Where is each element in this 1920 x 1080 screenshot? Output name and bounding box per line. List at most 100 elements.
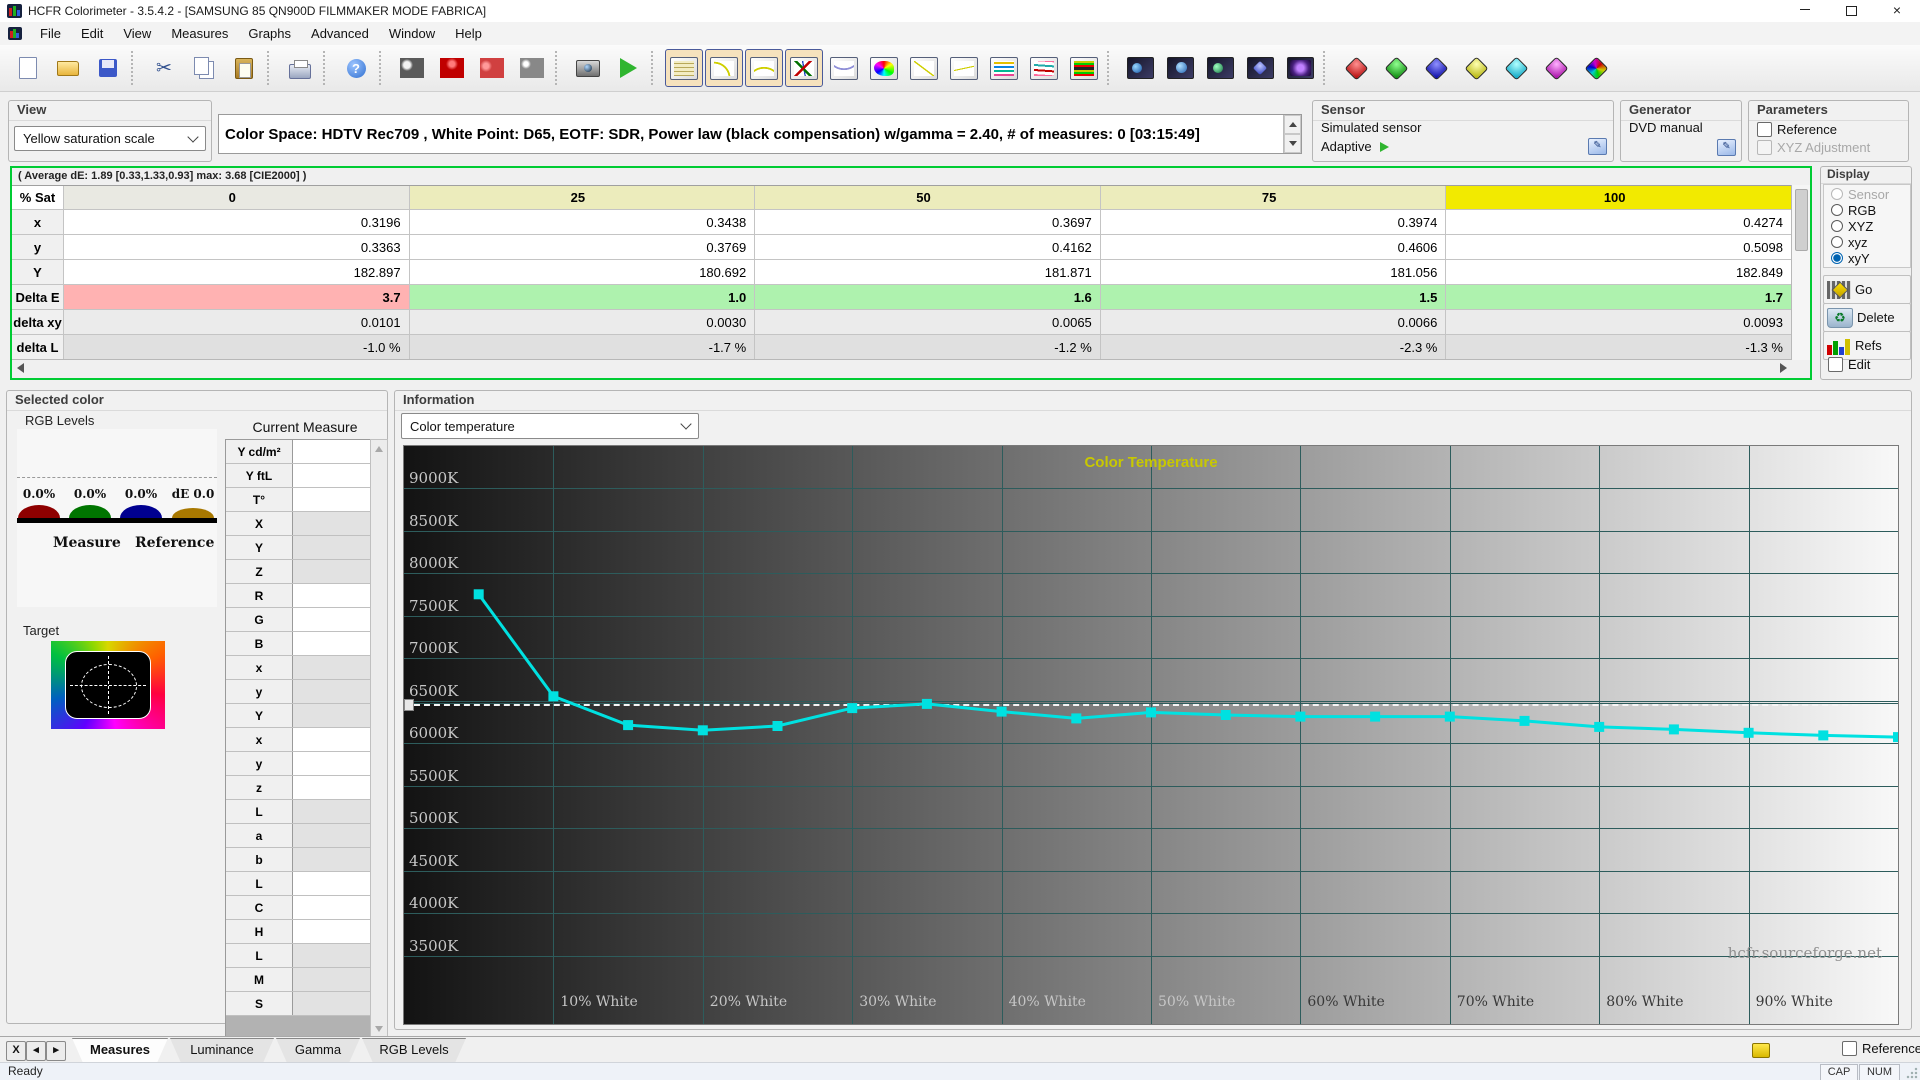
cell-value[interactable]: 0.0093	[1446, 310, 1792, 335]
column-header-25[interactable]: 25	[410, 186, 756, 210]
measure-row-value[interactable]	[293, 488, 370, 511]
measure-row-value[interactable]	[293, 920, 370, 943]
measure-row-value[interactable]	[293, 632, 370, 655]
generator-config-button[interactable]	[1717, 139, 1736, 156]
radio-row-xyy[interactable]: xyY	[1824, 250, 1910, 266]
view-tracking-button[interactable]	[1025, 49, 1063, 87]
sensor-config-button[interactable]	[1588, 138, 1607, 155]
cell-value[interactable]: 1.6	[755, 285, 1101, 310]
menu-advanced[interactable]: Advanced	[301, 22, 379, 45]
free-measure-4-button[interactable]	[1241, 49, 1279, 87]
cut-button[interactable]: ✂	[145, 49, 183, 87]
cell-value[interactable]: -1.3 %	[1446, 335, 1792, 360]
menu-file[interactable]: File	[30, 22, 71, 45]
measure-row-value[interactable]	[293, 872, 370, 895]
cell-value[interactable]: 0.5098	[1446, 235, 1792, 260]
measure-scrollbar[interactable]	[370, 439, 388, 1039]
tab-rgb-levels[interactable]: RGB Levels	[362, 1038, 466, 1063]
edit-checkbox[interactable]	[1828, 357, 1843, 372]
cell-value[interactable]: -1.2 %	[755, 335, 1101, 360]
measure-row-value[interactable]	[293, 944, 370, 967]
measure-colorchecker-button[interactable]	[1577, 49, 1615, 87]
delete-button[interactable]: Delete	[1823, 303, 1911, 332]
tab-gamma[interactable]: Gamma	[276, 1038, 360, 1063]
cell-value[interactable]: 182.849	[1446, 260, 1792, 285]
measure-cyan-button[interactable]	[1497, 49, 1535, 87]
measure-grayscale-button[interactable]	[393, 49, 431, 87]
cell-value[interactable]: 1.5	[1101, 285, 1447, 310]
cell-value[interactable]: -1.7 %	[410, 335, 756, 360]
cell-value[interactable]: 0.4274	[1446, 210, 1792, 235]
graph-type-select[interactable]: Color temperature	[401, 413, 699, 439]
close-button[interactable]: ×	[1874, 0, 1920, 22]
tab-measures[interactable]: Measures	[72, 1038, 168, 1063]
measure-row-value[interactable]	[293, 584, 370, 607]
measure-row-value[interactable]	[293, 968, 370, 991]
scroll-right-icon[interactable]	[1780, 363, 1787, 373]
view-contrast-button[interactable]	[945, 49, 983, 87]
view-luminance-button[interactable]	[905, 49, 943, 87]
radio-xyz[interactable]	[1831, 236, 1843, 248]
radio-xyy[interactable]	[1831, 252, 1843, 264]
column-header-100[interactable]: 100	[1446, 186, 1792, 210]
cell-value[interactable]: 3.7	[64, 285, 410, 310]
measure-row-value[interactable]	[293, 824, 370, 847]
scrollbar-thumb[interactable]	[1795, 189, 1808, 251]
new-file-button[interactable]	[9, 49, 47, 87]
radio-row-xyz[interactable]: xyz	[1824, 234, 1910, 250]
print-button[interactable]	[281, 49, 319, 87]
menu-help[interactable]: Help	[445, 22, 492, 45]
refs-button[interactable]: Refs	[1823, 331, 1911, 360]
view-saturation-button[interactable]	[1065, 49, 1103, 87]
menu-graphs[interactable]: Graphs	[238, 22, 301, 45]
measure-yellow-button[interactable]	[1457, 49, 1495, 87]
measure-row-value[interactable]	[293, 992, 370, 1015]
cell-value[interactable]: 1.7	[1446, 285, 1792, 310]
sensor-run-icon[interactable]	[1380, 142, 1389, 152]
measure-secondaries-button[interactable]	[473, 49, 511, 87]
view-color-temp-button[interactable]	[785, 49, 823, 87]
cell-value[interactable]: 0.4162	[755, 235, 1101, 260]
close-view-button[interactable]: X	[6, 1041, 26, 1061]
open-file-button[interactable]	[49, 49, 87, 87]
cell-value[interactable]: 0.3697	[755, 210, 1101, 235]
copy-button[interactable]	[185, 49, 223, 87]
scroll-left-icon[interactable]	[17, 363, 24, 373]
cell-value[interactable]: 0.0101	[64, 310, 410, 335]
maximize-button[interactable]	[1828, 0, 1874, 22]
view-gamma-points-button[interactable]	[745, 49, 783, 87]
measure-row-value[interactable]	[293, 656, 370, 679]
measure-green-button[interactable]	[1377, 49, 1415, 87]
cell-value[interactable]: -2.3 %	[1101, 335, 1447, 360]
measure-magenta-button[interactable]	[1537, 49, 1575, 87]
view-select[interactable]: Yellow saturation scale	[14, 126, 206, 151]
measure-row-value[interactable]	[293, 512, 370, 535]
menu-measures[interactable]: Measures	[161, 22, 238, 45]
reference-checkbox[interactable]	[1757, 122, 1772, 137]
tab-scroll-right-button[interactable]: ▸	[46, 1041, 66, 1061]
cell-value[interactable]: 0.3363	[64, 235, 410, 260]
measure-row-value[interactable]	[293, 608, 370, 631]
view-gamma-curve-button[interactable]	[705, 49, 743, 87]
measure-primaries-button[interactable]	[433, 49, 471, 87]
reference-checkbox-row[interactable]: Reference	[1842, 1041, 1920, 1056]
cell-value[interactable]: 182.897	[64, 260, 410, 285]
measure-all-button[interactable]	[513, 49, 551, 87]
snapshot-button[interactable]	[569, 49, 607, 87]
measure-row-value[interactable]	[293, 896, 370, 919]
menu-window[interactable]: Window	[379, 22, 445, 45]
resize-grip-icon[interactable]	[1905, 1066, 1918, 1079]
measure-row-value[interactable]	[293, 728, 370, 751]
spinner-down-button[interactable]	[1284, 134, 1301, 153]
cell-value[interactable]: -1.0 %	[64, 335, 410, 360]
go-button[interactable]: Go	[1823, 275, 1911, 304]
menu-view[interactable]: View	[113, 22, 161, 45]
spinner-up-button[interactable]	[1284, 115, 1301, 134]
measure-row-value[interactable]	[293, 560, 370, 583]
cell-value[interactable]: 0.3438	[410, 210, 756, 235]
radio-xyz[interactable]	[1831, 220, 1843, 232]
view-rgb-levels-button[interactable]	[825, 49, 863, 87]
column-header-75[interactable]: 75	[1101, 186, 1447, 210]
reference-checkbox[interactable]	[1842, 1041, 1857, 1056]
cell-value[interactable]: 181.056	[1101, 260, 1447, 285]
